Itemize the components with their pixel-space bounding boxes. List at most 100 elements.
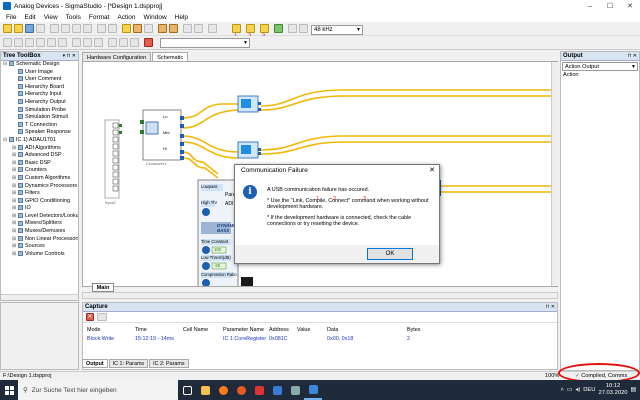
windows-start-icon[interactable] xyxy=(0,380,18,400)
print-icon[interactable] xyxy=(50,24,59,33)
bring-front-icon[interactable] xyxy=(108,38,117,47)
group-icon[interactable] xyxy=(130,38,139,47)
low-thresh-value[interactable]: -25 xyxy=(214,263,220,268)
link-mode-icon[interactable] xyxy=(158,24,167,33)
save-icon[interactable] xyxy=(25,24,34,33)
capture-column-header[interactable]: Address xyxy=(269,327,289,333)
capture-column-header[interactable]: Data xyxy=(327,327,338,333)
hand-tool-icon[interactable] xyxy=(144,24,153,33)
tree-item[interactable]: Simulation Stimuli xyxy=(1,114,78,122)
menu-edit[interactable]: Edit xyxy=(20,14,39,21)
capture-options-icon[interactable] xyxy=(97,313,107,321)
close-icon[interactable]: ✕ xyxy=(429,165,435,177)
notification-icon[interactable]: ▤ xyxy=(631,387,636,393)
firefox-icon[interactable] xyxy=(214,380,232,400)
tree-horizontal-scrollbar[interactable] xyxy=(1,294,78,300)
tree-item[interactable]: ⊞ Dynamics Processors xyxy=(1,183,78,191)
network-icon[interactable]: ▭ xyxy=(567,387,572,393)
open-folder-icon[interactable] xyxy=(14,24,23,33)
sample-rate-select[interactable]: 48 kHz ▼ xyxy=(311,25,363,35)
tree-item[interactable]: ⊞ Sources xyxy=(1,243,78,251)
new-file-icon[interactable] xyxy=(3,24,12,33)
align-icon[interactable] xyxy=(208,24,217,33)
pin-icon[interactable]: ▾ ⊓ ✕ xyxy=(63,52,76,61)
tree-item[interactable]: Speaker Response xyxy=(1,129,78,137)
menu-tools[interactable]: Tools xyxy=(62,14,85,21)
tree-item[interactable]: ⊞ IO xyxy=(1,205,78,213)
tray-language[interactable]: DEU xyxy=(583,387,595,393)
tree-item[interactable]: ⊟ Schematic Design xyxy=(1,61,78,69)
capture-column-header[interactable]: Bytes xyxy=(407,327,420,333)
tab-ic2-params[interactable]: IC 2: Params xyxy=(149,359,189,368)
taskbar-clock[interactable]: 10:12 27.03.2020 xyxy=(599,383,628,397)
cut-icon[interactable] xyxy=(61,24,70,33)
link-compile-connect-icon[interactable] xyxy=(260,24,269,33)
copy-icon[interactable] xyxy=(72,24,81,33)
tree-item[interactable]: ⊟ IC 1) ADAU1701 xyxy=(1,137,78,145)
send-back-icon[interactable] xyxy=(119,38,128,47)
canvas-vertical-scrollbar[interactable] xyxy=(551,62,558,286)
file-explorer-icon[interactable] xyxy=(196,380,214,400)
tab-main[interactable]: Main xyxy=(92,283,114,292)
menu-action[interactable]: Action xyxy=(113,14,139,21)
compile-icon[interactable] xyxy=(246,24,255,33)
tree-item[interactable]: T Connection xyxy=(1,122,78,130)
tree-item[interactable]: ⊞ Muxes/Demuxes xyxy=(1,228,78,236)
menu-window[interactable]: Window xyxy=(140,14,171,21)
link-compile-download-icon[interactable] xyxy=(232,24,241,33)
menu-file[interactable]: File xyxy=(2,14,20,21)
capture-column-header[interactable]: Mode xyxy=(87,327,101,333)
task-view-icon[interactable] xyxy=(178,380,196,400)
add-icon[interactable] xyxy=(144,38,153,47)
same-size-icon[interactable] xyxy=(94,38,103,47)
capture-column-header[interactable]: Parameter Name xyxy=(223,327,264,333)
minimize-icon[interactable]: – xyxy=(580,0,600,12)
align-right-icon[interactable] xyxy=(25,38,34,47)
tree-item[interactable]: ⊞ Counters xyxy=(1,167,78,175)
store-icon[interactable] xyxy=(250,380,268,400)
tree-item[interactable]: ⊞ Volume Controls xyxy=(1,251,78,259)
tree-item[interactable]: ⊞ Custom Algorithms xyxy=(1,175,78,183)
app-icon-2[interactable] xyxy=(268,380,286,400)
link-icon[interactable] xyxy=(274,24,283,33)
wire-tool-icon[interactable] xyxy=(133,24,142,33)
canvas-horizontal-scrollbar[interactable] xyxy=(82,292,558,299)
pointer-tool-icon[interactable] xyxy=(122,24,131,33)
ok-button[interactable]: OK xyxy=(367,248,413,260)
redo-icon[interactable] xyxy=(108,24,117,33)
align-center-icon[interactable] xyxy=(14,38,23,47)
tree-item[interactable]: Hierarchy Output xyxy=(1,99,78,107)
tab-ic1-params[interactable]: IC 1: Params xyxy=(108,359,149,368)
menu-format[interactable]: Format xyxy=(85,14,114,21)
taskbar-search[interactable]: ⚲ Zur Suche Text hier eingeben xyxy=(18,380,178,400)
tree-item[interactable]: ⊞ Mixers/Splitters xyxy=(1,220,78,228)
menu-view[interactable]: View xyxy=(40,14,62,21)
tree-item[interactable]: Simulation Probe xyxy=(1,107,78,115)
clear-capture-icon[interactable]: ✕ xyxy=(86,313,94,321)
close-icon[interactable]: ✕ xyxy=(620,0,640,12)
save-all-icon[interactable] xyxy=(36,24,45,33)
capture-column-header[interactable]: Cell Name xyxy=(183,327,208,333)
chevron-up-icon[interactable]: ˄ xyxy=(561,387,564,393)
capture-column-header[interactable]: Time xyxy=(135,327,147,333)
menu-help[interactable]: Help xyxy=(171,14,192,21)
tree-item[interactable]: ⊞ ADI Algorithms xyxy=(1,145,78,153)
app-icon-3[interactable] xyxy=(286,380,304,400)
speaker-icon[interactable]: ◂) xyxy=(575,387,580,393)
align-middle-icon[interactable] xyxy=(47,38,56,47)
format-select[interactable]: ▼ xyxy=(160,38,250,48)
tree-item[interactable]: ⊞ Basic DSP xyxy=(1,160,78,168)
pin-icon[interactable]: ⊓ ✕ xyxy=(546,303,555,312)
tree-item[interactable]: ⊞ Level Detectors/Lookup xyxy=(1,213,78,221)
grid-icon[interactable] xyxy=(194,24,203,33)
undo-icon[interactable] xyxy=(97,24,106,33)
tree-item[interactable]: ⊞ GPIO Conditioning xyxy=(1,198,78,206)
align-bottom-icon[interactable] xyxy=(58,38,67,47)
align-left-icon[interactable] xyxy=(3,38,12,47)
tree-item[interactable]: ⊞ Non Linear Processors xyxy=(1,236,78,244)
schematic-mode-icon[interactable] xyxy=(169,24,178,33)
tree-item[interactable]: ⊞ Advanced DSP xyxy=(1,152,78,160)
tab-output[interactable]: Output xyxy=(82,359,108,368)
pin-icon[interactable]: ⊓ ✕ xyxy=(628,52,637,61)
same-width-icon[interactable] xyxy=(72,38,81,47)
